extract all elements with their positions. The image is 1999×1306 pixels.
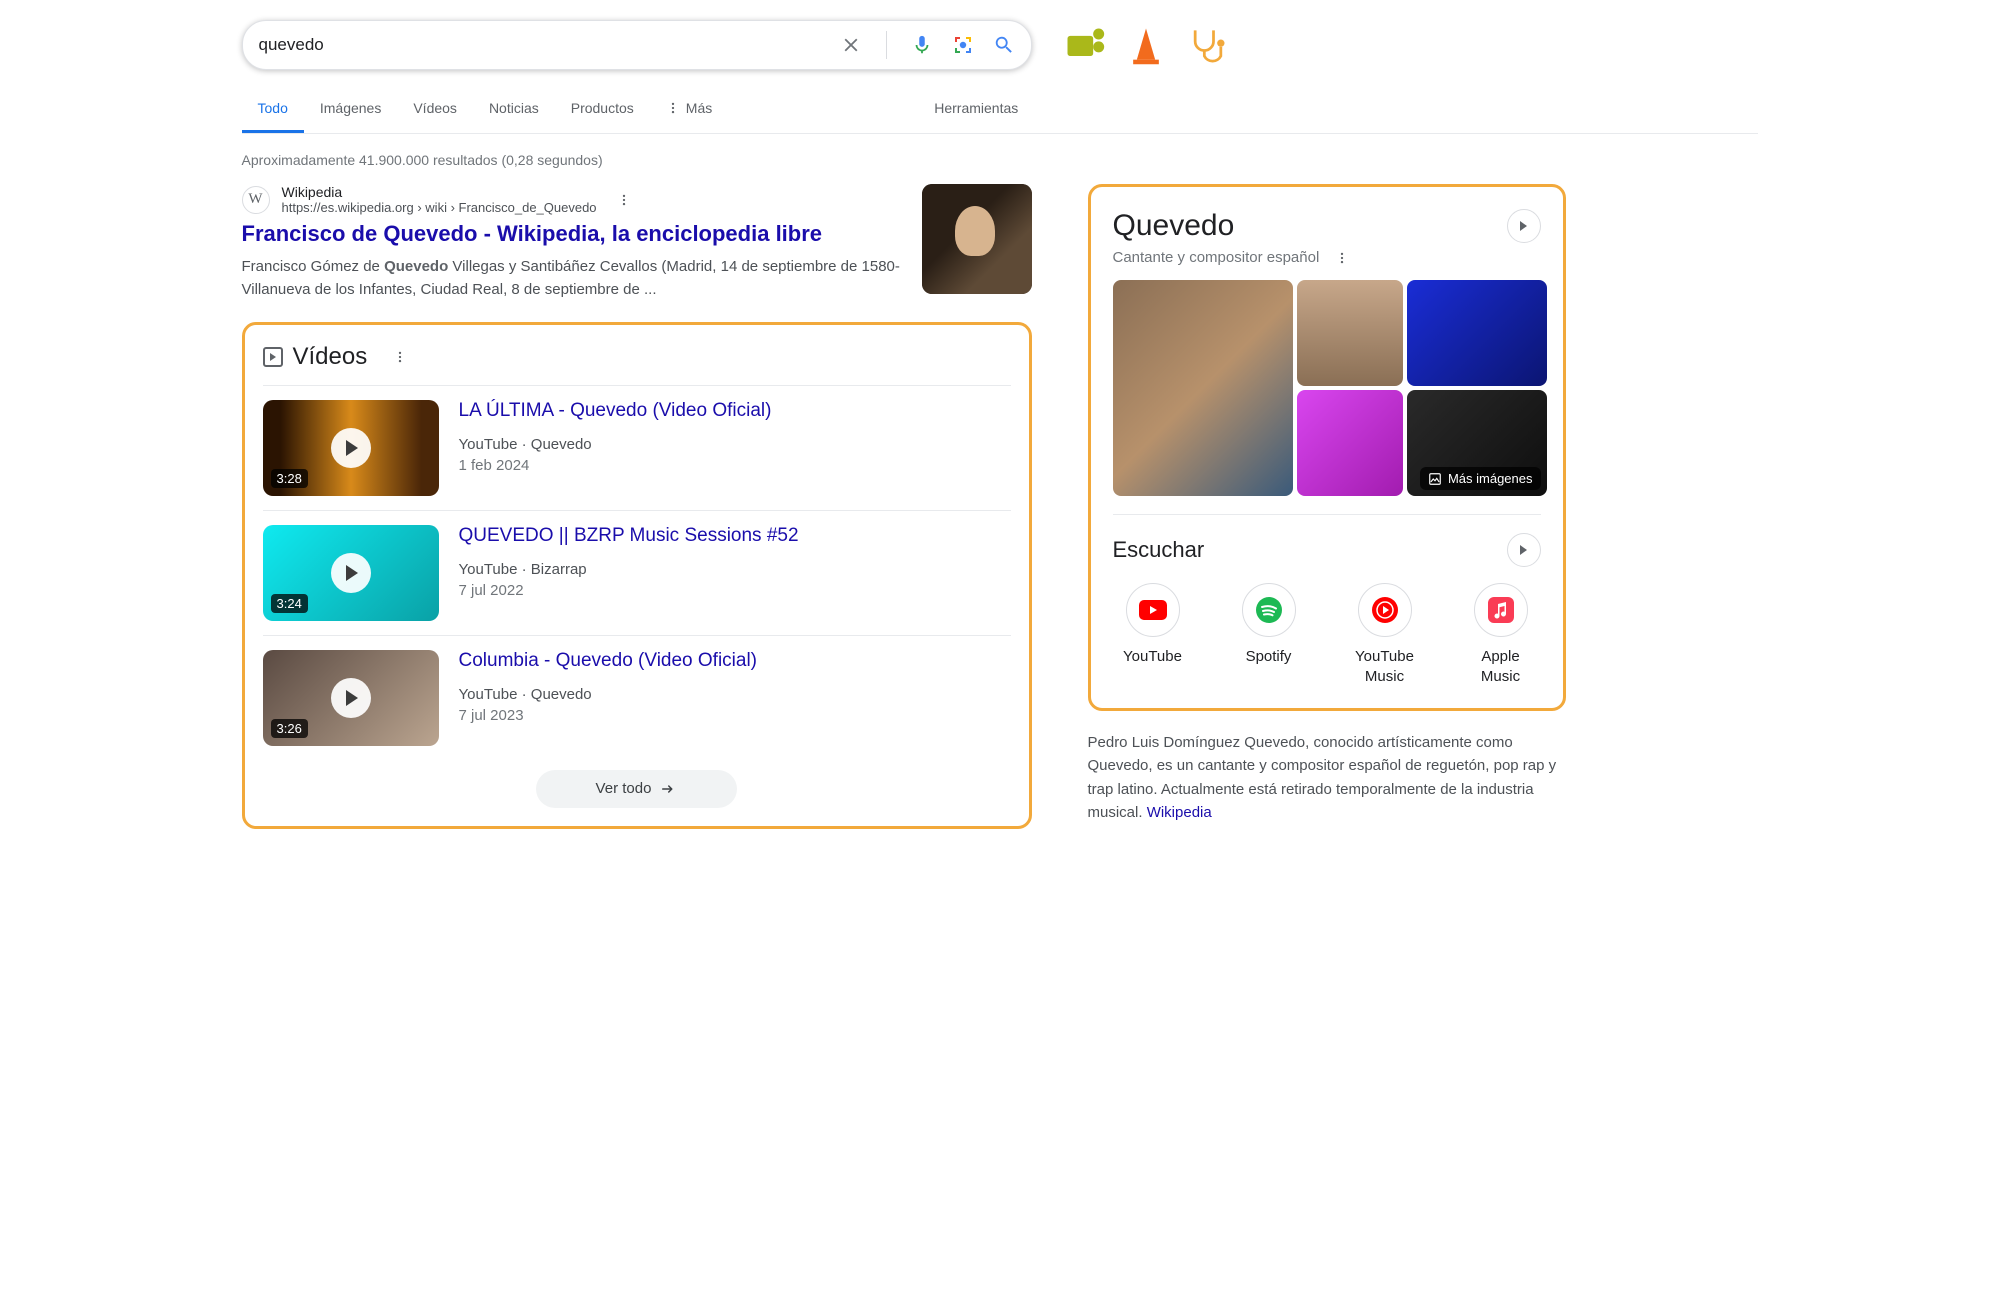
- video-source: YouTube · Quevedo: [459, 686, 758, 703]
- chevron-right-icon: [1520, 221, 1527, 231]
- video-thumbnail[interactable]: 3:28: [263, 400, 439, 496]
- video-date: 7 jul 2023: [459, 707, 758, 724]
- doodle-icons: [1062, 23, 1230, 67]
- divider: [886, 31, 887, 59]
- play-icon: [331, 428, 371, 468]
- voice-search-icon[interactable]: [911, 34, 933, 56]
- video-date: 1 feb 2024: [459, 457, 772, 474]
- kp-description: Pedro Luis Domínguez Quevedo, conocido a…: [1088, 731, 1566, 824]
- kp-image[interactable]: Más imágenes: [1407, 390, 1547, 496]
- kp-image-grid: Más imágenes: [1113, 280, 1541, 496]
- video-item: 3:28 LA ÚLTIMA - Quevedo (Video Oficial)…: [263, 385, 1011, 510]
- tools-button[interactable]: Herramientas: [918, 86, 1034, 133]
- video-item: 3:26 Columbia - Quevedo (Video Oficial) …: [263, 635, 1011, 760]
- tabs-row: Todo Imágenes Vídeos Noticias Productos …: [242, 86, 1758, 134]
- kp-more-icon[interactable]: [1335, 251, 1349, 265]
- video-duration: 3:28: [271, 469, 308, 488]
- apple-music-icon: [1474, 583, 1528, 637]
- kp-image[interactable]: [1113, 280, 1293, 496]
- image-icon: [1428, 472, 1442, 486]
- listen-youtube-music[interactable]: YouTube Music: [1345, 583, 1425, 686]
- videos-heading: Vídeos: [293, 343, 368, 371]
- tab-images[interactable]: Imágenes: [304, 86, 397, 133]
- result-thumbnail[interactable]: [922, 184, 1032, 294]
- videos-panel: Vídeos 3:28 LA ÚLTIMA - Quevedo (Video O…: [242, 322, 1032, 829]
- video-source: YouTube · Bizarrap: [459, 561, 799, 578]
- more-vert-icon: [666, 101, 680, 115]
- video-duration: 3:26: [271, 719, 308, 738]
- spotify-icon: [1242, 583, 1296, 637]
- play-icon: [331, 678, 371, 718]
- kp-subtitle: Cantante y compositor español: [1113, 249, 1320, 266]
- kp-listen-heading: Escuchar: [1113, 537, 1205, 563]
- more-images-button[interactable]: Más imágenes: [1420, 467, 1541, 490]
- chevron-right-icon: [1520, 545, 1527, 555]
- video-thumbnail[interactable]: 3:24: [263, 525, 439, 621]
- video-section-icon: [263, 347, 283, 367]
- search-result: W Wikipedia https://es.wikipedia.org › w…: [242, 184, 1032, 302]
- kp-image[interactable]: [1297, 390, 1403, 496]
- result-title[interactable]: Francisco de Quevedo - Wikipedia, la enc…: [242, 221, 902, 247]
- tab-products[interactable]: Productos: [555, 86, 650, 133]
- search-box: [242, 20, 1032, 70]
- video-item: 3:24 QUEVEDO || BZRP Music Sessions #52 …: [263, 510, 1011, 635]
- clear-icon[interactable]: [840, 34, 862, 56]
- video-title[interactable]: Columbia - Quevedo (Video Oficial): [459, 650, 758, 672]
- kp-title: Quevedo: [1113, 209, 1235, 243]
- kp-image[interactable]: [1407, 280, 1547, 386]
- wikipedia-favicon-icon: W: [242, 186, 270, 214]
- search-input[interactable]: [259, 35, 840, 55]
- listen-spotify[interactable]: Spotify: [1229, 583, 1309, 686]
- video-thumbnail[interactable]: 3:26: [263, 650, 439, 746]
- tab-videos[interactable]: Vídeos: [397, 86, 473, 133]
- video-title[interactable]: QUEVEDO || BZRP Music Sessions #52: [459, 525, 799, 547]
- kp-image[interactable]: [1297, 280, 1403, 386]
- stethoscope-doodle-icon: [1186, 23, 1230, 67]
- result-snippet: Francisco Gómez de Quevedo Villegas y Sa…: [242, 255, 902, 302]
- lens-search-icon[interactable]: [951, 33, 975, 57]
- camera-doodle-icon: [1062, 23, 1106, 67]
- videos-more-icon[interactable]: [393, 350, 407, 364]
- video-duration: 3:24: [271, 594, 308, 613]
- arrow-right-icon: [659, 780, 677, 798]
- listen-youtube[interactable]: YouTube: [1113, 583, 1193, 686]
- tab-all[interactable]: Todo: [242, 86, 304, 133]
- search-icon[interactable]: [993, 34, 1015, 56]
- see-all-button[interactable]: Ver todo: [536, 770, 738, 808]
- result-more-icon[interactable]: [617, 193, 631, 207]
- cone-doodle-icon: [1124, 23, 1168, 67]
- listen-apple-music[interactable]: Apple Music: [1461, 583, 1541, 686]
- result-url: https://es.wikipedia.org › wiki › Franci…: [282, 200, 597, 215]
- knowledge-panel: Quevedo Cantante y compositor español: [1088, 184, 1566, 711]
- video-date: 7 jul 2022: [459, 582, 799, 599]
- kp-listen-expand-button[interactable]: [1507, 533, 1541, 567]
- play-icon: [331, 553, 371, 593]
- youtube-icon: [1126, 583, 1180, 637]
- kp-expand-button[interactable]: [1507, 209, 1541, 243]
- video-title[interactable]: LA ÚLTIMA - Quevedo (Video Oficial): [459, 400, 772, 422]
- tab-news[interactable]: Noticias: [473, 86, 555, 133]
- youtube-music-icon: [1358, 583, 1412, 637]
- result-source-name: Wikipedia: [282, 184, 597, 200]
- tab-more[interactable]: Más: [650, 86, 728, 133]
- kp-wikipedia-link[interactable]: Wikipedia: [1147, 804, 1212, 821]
- result-stats: Aproximadamente 41.900.000 resultados (0…: [242, 152, 1758, 168]
- video-source: YouTube · Quevedo: [459, 436, 772, 453]
- search-bar-row: [242, 0, 1758, 80]
